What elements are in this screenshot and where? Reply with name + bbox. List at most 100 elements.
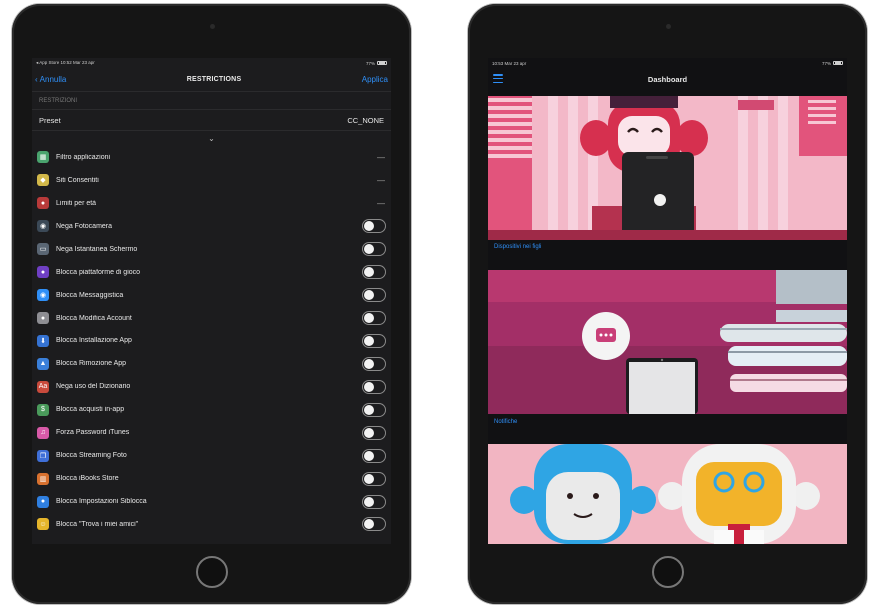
- restriction-row[interactable]: ◉ Blocca Messaggistica: [32, 284, 391, 307]
- restriction-toggle[interactable]: [362, 242, 386, 257]
- restriction-toggle[interactable]: [362, 265, 386, 280]
- toggle-knob: [364, 381, 374, 392]
- expand-chevron[interactable]: ⌄: [32, 131, 391, 146]
- apply-button[interactable]: Applica: [362, 75, 388, 84]
- screenshot-icon: ▭: [37, 243, 49, 256]
- photo-streaming-icon: ❐: [37, 449, 49, 462]
- restriction-toggle[interactable]: [362, 333, 386, 348]
- devices-caption[interactable]: Dispositivi nei figli: [494, 244, 541, 250]
- restriction-label: Blocca Rimozione App: [56, 360, 127, 368]
- restriction-toggle[interactable]: [362, 448, 386, 463]
- remove-app-icon: ▲: [37, 357, 49, 370]
- restrictions-list: ▦ Filtro applicazioni — ◆ Siti Consentiti — ● L…: [32, 146, 391, 536]
- toggle-knob: [364, 496, 374, 507]
- cancel-button[interactable]: ‹ Annulla: [35, 75, 66, 84]
- restrictions-screen: ◂ App Store 10:52 Mar 23 apr 77% ‹ Annul…: [32, 58, 391, 544]
- front-camera: [665, 24, 671, 29]
- dash-indicator: —: [377, 152, 385, 162]
- restriction-label: Blocca Impostazioni Siblocca: [56, 498, 147, 506]
- page-title: RESTRICTIONS: [186, 76, 242, 83]
- hamburger-menu-icon[interactable]: [493, 74, 503, 83]
- restriction-label: Blocca iBooks Store: [56, 475, 119, 483]
- restriction-row[interactable]: ◆ Siti Consentiti —: [32, 169, 391, 192]
- restriction-toggle[interactable]: [362, 311, 386, 326]
- toggle-knob: [364, 473, 374, 484]
- restriction-label: Forza Password iTunes: [56, 429, 130, 437]
- toggle-knob: [364, 427, 374, 438]
- account-icon: ●: [37, 312, 49, 325]
- restriction-row[interactable]: ◉ Nega Fotocamera: [32, 215, 391, 238]
- restriction-row[interactable]: ⬇ Blocca Installazione App: [32, 330, 391, 353]
- restriction-label: Nega Istantanea Schermo: [56, 245, 138, 253]
- status-left-text: 10:53 Mar 23 apr: [492, 60, 527, 66]
- home-button[interactable]: [651, 556, 684, 588]
- status-bar: 10:53 Mar 23 apr 77%: [488, 58, 847, 68]
- apps-filter-icon: ▦: [37, 151, 49, 164]
- battery-icon: [833, 61, 843, 65]
- restriction-toggle[interactable]: [362, 402, 386, 417]
- battery-icon: [377, 61, 387, 65]
- restriction-toggle[interactable]: [362, 356, 386, 371]
- home-button[interactable]: [195, 556, 228, 588]
- status-left-text: ◂ App Store 10:52 Mar 23 apr: [36, 60, 95, 65]
- restriction-row[interactable]: ▦ Filtro applicazioni —: [32, 146, 391, 169]
- toggle-knob: [364, 450, 374, 461]
- restriction-row[interactable]: ❐ Blocca Streaming Foto: [32, 444, 391, 467]
- restriction-label: Siti Consentiti: [56, 176, 99, 184]
- navigation-bar: Dashboard: [488, 68, 847, 90]
- devices-card[interactable]: [488, 96, 847, 240]
- toggle-knob: [364, 358, 374, 369]
- restriction-toggle[interactable]: [362, 471, 386, 486]
- restriction-row[interactable]: ▥ Blocca iBooks Store: [32, 467, 391, 490]
- preset-row[interactable]: Preset CC_NONE: [32, 109, 391, 131]
- restriction-row[interactable]: ● Limiti per età —: [32, 192, 391, 215]
- restriction-toggle[interactable]: [362, 219, 386, 234]
- in-app-purchase-icon: $: [37, 403, 49, 416]
- family-card[interactable]: [488, 444, 847, 544]
- dictionary-icon: Aa: [37, 380, 49, 393]
- restriction-label: Limiti per età: [56, 199, 97, 207]
- toggle-knob: [364, 335, 374, 346]
- restriction-toggle[interactable]: [362, 288, 386, 303]
- cancel-label: Annulla: [39, 75, 67, 84]
- toggle-knob: [364, 221, 374, 232]
- restriction-row[interactable]: $ Blocca acquisti in-app: [32, 398, 391, 421]
- restriction-toggle[interactable]: [362, 494, 386, 509]
- camera-icon: ◉: [37, 220, 49, 233]
- devices-illustration: [488, 96, 847, 240]
- toggle-knob: [364, 290, 374, 301]
- restriction-row[interactable]: Aa Nega uso del Dizionario: [32, 375, 391, 398]
- settings-lock-icon: ●: [37, 495, 49, 508]
- family-illustration: [488, 444, 847, 544]
- restriction-row[interactable]: ● Blocca Impostazioni Siblocca: [32, 490, 391, 513]
- restriction-row[interactable]: ♫ Forza Password iTunes: [32, 421, 391, 444]
- restriction-row[interactable]: ☺ Blocca "Trova i miei amici": [32, 513, 391, 536]
- restriction-toggle[interactable]: [362, 379, 386, 394]
- restriction-label: Nega uso del Dizionario: [56, 383, 131, 391]
- restriction-label: Blocca Streaming Foto: [56, 452, 127, 460]
- battery-percent: 77%: [821, 60, 831, 66]
- toggle-knob: [364, 519, 374, 530]
- restriction-label: Blocca Messaggistica: [56, 291, 124, 299]
- notifications-card[interactable]: [488, 270, 847, 414]
- dash-indicator: —: [377, 198, 385, 208]
- restriction-row[interactable]: ● Blocca Modifica Account: [32, 307, 391, 330]
- notifications-caption[interactable]: Notifiche: [494, 419, 517, 425]
- battery-percent: 77%: [365, 60, 375, 66]
- restriction-label: Nega Fotocamera: [56, 222, 113, 230]
- restriction-label: Blocca Installazione App: [56, 337, 132, 345]
- restriction-label: Blocca Modifica Account: [56, 314, 132, 322]
- dashboard-screen: 10:53 Mar 23 apr 77% Dashboard Dispositi…: [488, 58, 847, 544]
- restriction-row[interactable]: ● Blocca piattaforme di gioco: [32, 261, 391, 284]
- restriction-toggle[interactable]: [362, 517, 386, 532]
- navigation-bar: ‹ Annulla RESTRICTIONS Applica: [32, 68, 391, 92]
- allowed-sites-icon: ◆: [37, 174, 49, 187]
- messaging-icon: ◉: [37, 289, 49, 302]
- ipad-right: 10:53 Mar 23 apr 77% Dashboard Dispositi…: [468, 4, 867, 604]
- restriction-row[interactable]: ▲ Blocca Rimozione App: [32, 352, 391, 375]
- restriction-label: Blocca acquisti in-app: [56, 406, 125, 414]
- restriction-toggle[interactable]: [362, 425, 386, 440]
- restriction-row[interactable]: ▭ Nega Istantanea Schermo: [32, 238, 391, 261]
- install-app-icon: ⬇: [37, 334, 49, 347]
- chevron-down-icon: ⌄: [208, 134, 215, 143]
